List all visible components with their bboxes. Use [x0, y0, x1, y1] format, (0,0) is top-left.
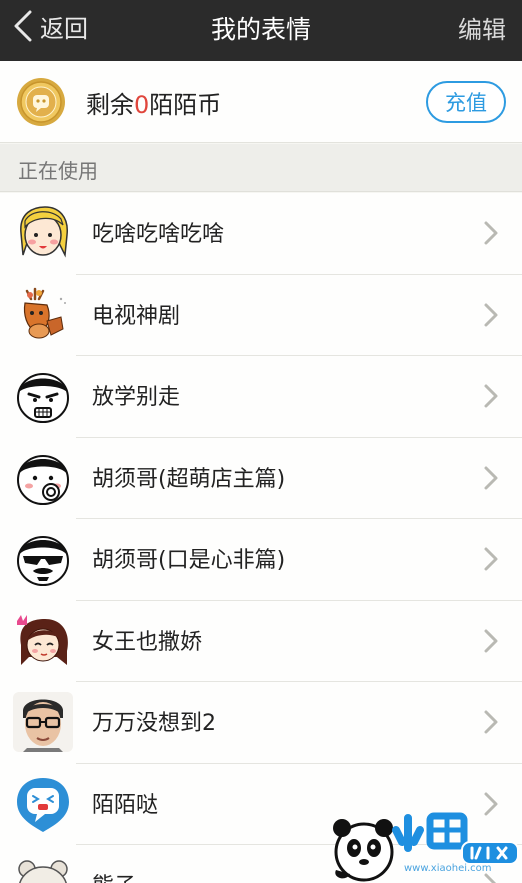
item-label: 女王也撒娇: [92, 629, 203, 655]
sticker-list: 吃啥吃啥吃啥 电视神剧 放学别走 胡须哥(超萌店主篇) 胡须哥(口是心非篇) 女…: [0, 193, 522, 883]
list-item[interactable]: 胡须哥(超萌店主篇): [0, 437, 522, 519]
chevron-right-icon: [484, 303, 498, 326]
navigation-bar: 返回 我的表情 编辑: [0, 0, 522, 61]
cartoon-reindeer-icon: [23, 287, 66, 338]
chevron-right-icon: [484, 547, 498, 571]
item-label: 胡须哥(超萌店主篇): [92, 466, 286, 492]
chevron-right-icon: [484, 221, 498, 245]
chevron-right-icon: [484, 466, 498, 489]
queen-girl-face-icon: [17, 614, 68, 665]
chevron-right-icon: [484, 710, 498, 734]
item-label: 胡须哥(口是心非篇): [92, 548, 286, 573]
momo-mascot-icon: [17, 777, 69, 832]
angry-man-face-icon: [17, 373, 69, 423]
list-item[interactable]: 吃啥吃啥吃啥: [0, 193, 522, 275]
blonde-girl-face-icon: [20, 206, 68, 258]
section-title: 正在使用: [18, 159, 98, 183]
edit-button[interactable]: 编辑: [458, 10, 506, 45]
coin-balance-text: 剩余0陌陌币: [86, 85, 221, 120]
recharge-button[interactable]: 充值: [426, 81, 506, 123]
momo-coin-icon: [17, 78, 65, 126]
section-header: 正在使用: [0, 144, 522, 192]
mustache-guy-face-icon: [17, 454, 69, 505]
coin-balance-row: 剩余0陌陌币 充值: [0, 61, 522, 143]
list-item[interactable]: 万万没想到2: [0, 682, 522, 764]
list-item[interactable]: 女王也撒娇: [0, 600, 522, 682]
bear-face-icon: [18, 860, 68, 883]
list-item[interactable]: 放学别走: [0, 356, 522, 438]
list-item[interactable]: 胡须哥(口是心非篇): [0, 519, 522, 601]
back-label: 返回: [40, 14, 88, 43]
coin-suffix: 陌陌币: [149, 91, 222, 119]
coin-prefix: 剩余: [86, 91, 134, 119]
chevron-left-icon: [14, 10, 32, 42]
item-label: 万万没想到2: [92, 711, 216, 736]
item-label: 熊子: [92, 868, 136, 883]
back-button[interactable]: 返回: [12, 6, 88, 46]
list-item[interactable]: 电视神剧: [0, 274, 522, 356]
glasses-man-face-icon: [13, 692, 73, 752]
item-label: 吃啥吃啥吃啥: [92, 222, 225, 247]
mustache-guy-sunglasses-icon: [17, 536, 69, 586]
item-label: 陌陌哒: [92, 792, 159, 818]
coin-count: 0: [134, 91, 150, 119]
chevron-right-icon: [484, 629, 498, 652]
item-label: 放学别走: [92, 385, 181, 410]
chevron-right-icon: [484, 384, 498, 408]
item-label: 电视神剧: [92, 303, 181, 329]
watermark-url: www.xiaohei.com: [404, 863, 492, 874]
